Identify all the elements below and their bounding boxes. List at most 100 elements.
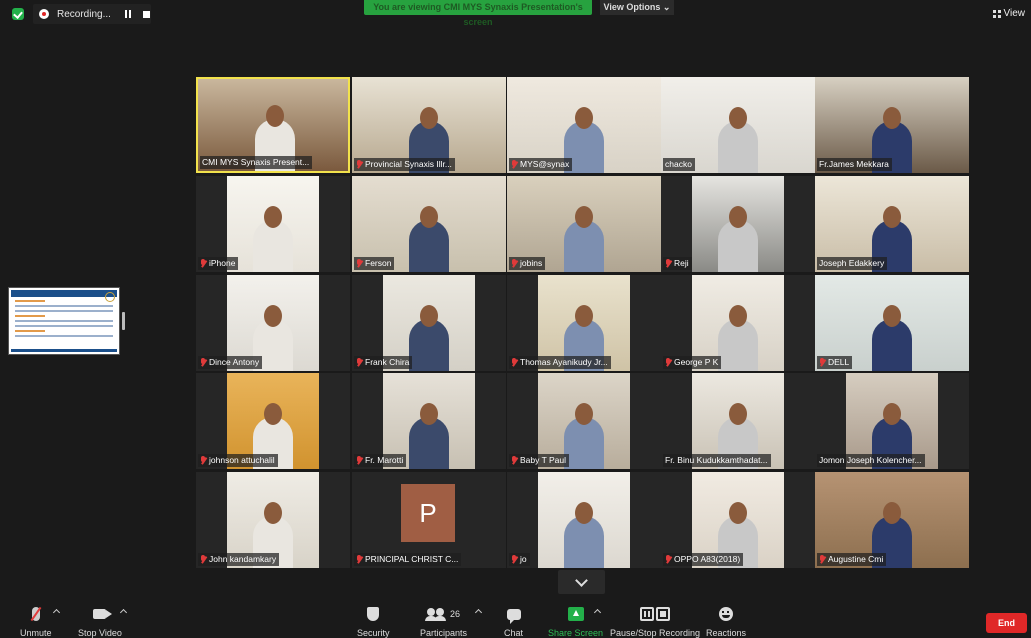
participant-name: Augustine Cmi bbox=[828, 554, 884, 564]
participant-tile[interactable]: George P K bbox=[661, 275, 815, 371]
stop-video-label: Stop Video bbox=[78, 628, 122, 638]
participant-name: MYS@synax bbox=[520, 159, 570, 169]
participant-name: CMI MYS Synaxis Present... bbox=[202, 157, 310, 167]
unmute-button[interactable]: Unmute bbox=[20, 604, 52, 638]
view-options-button[interactable]: View Options ⌄ bbox=[600, 0, 674, 15]
participant-name-label: Baby T Paul bbox=[509, 454, 569, 467]
participant-tile[interactable]: Fr.James Mekkara bbox=[815, 77, 969, 173]
muted-mic-icon bbox=[31, 607, 40, 621]
participant-name-label: Provincial Synaxis Illr... bbox=[354, 158, 455, 171]
participant-face bbox=[883, 206, 901, 228]
participant-face bbox=[420, 206, 438, 228]
participant-name: Thomas Ayanikudy Jr... bbox=[520, 357, 608, 367]
participant-tile[interactable]: Reji bbox=[661, 176, 815, 272]
participant-tile[interactable]: Augustine Cmi bbox=[815, 472, 969, 568]
participant-name: Dince Antony bbox=[209, 357, 260, 367]
share-screen-arrow-icon bbox=[567, 607, 584, 621]
top-bar: Recording... You are viewing CMI MYS Syn… bbox=[0, 0, 1031, 28]
participant-tile[interactable]: Dince Antony bbox=[196, 275, 350, 371]
participant-face bbox=[575, 403, 593, 425]
participant-face bbox=[729, 206, 747, 228]
participant-tile[interactable]: jobins bbox=[507, 176, 661, 272]
participant-name-label: OPPO A83(2018) bbox=[663, 553, 744, 566]
reactions-button[interactable]: Reactions bbox=[706, 604, 746, 638]
stop-recording-icon[interactable] bbox=[142, 10, 150, 18]
participant-tile[interactable]: DELL bbox=[815, 275, 969, 371]
participant-name: Fr. Marotti bbox=[365, 455, 404, 465]
participant-face bbox=[729, 403, 747, 425]
pause-recording-icon[interactable] bbox=[124, 10, 131, 18]
participant-name-label: Fr. Marotti bbox=[354, 454, 407, 467]
participant-tile[interactable]: P PRINCIPAL CHRIST C... bbox=[352, 472, 506, 568]
panel-splitter-handle[interactable] bbox=[122, 312, 125, 330]
recording-indicator: Recording... bbox=[33, 4, 151, 24]
muted-mic-icon bbox=[200, 358, 206, 367]
participant-name: chacko bbox=[665, 159, 692, 169]
participant-tile[interactable]: CMI MYS Synaxis Present... bbox=[196, 77, 350, 173]
participant-tile[interactable]: jo bbox=[507, 472, 661, 568]
collapse-chevron-down-icon[interactable] bbox=[558, 570, 605, 594]
participant-name-label: Joseph Edakkery bbox=[817, 257, 888, 270]
muted-mic-icon bbox=[200, 259, 206, 268]
participant-tile[interactable]: Fr. Binu Kudukkamthadat... bbox=[661, 373, 815, 469]
participant-tile[interactable]: Ferson bbox=[352, 176, 506, 272]
chat-bubble-icon bbox=[506, 608, 521, 624]
participant-tile[interactable]: Fr. Marotti bbox=[352, 373, 506, 469]
recording-label: Recording... bbox=[57, 8, 111, 20]
end-meeting-button[interactable]: End bbox=[986, 613, 1027, 633]
participant-name: iPhone bbox=[209, 258, 236, 268]
shared-screen-thumbnail[interactable] bbox=[8, 287, 120, 355]
participant-face bbox=[729, 305, 747, 327]
muted-mic-icon bbox=[511, 555, 517, 564]
participant-name-label: Ferson bbox=[354, 257, 395, 270]
participant-tile[interactable]: John kandamkary bbox=[196, 472, 350, 568]
participant-tile[interactable]: Baby T Paul bbox=[507, 373, 661, 469]
participant-name-label: MYS@synax bbox=[509, 158, 573, 171]
meeting-toolbar: Unmute Stop Video Security 26 Participan… bbox=[0, 600, 1031, 638]
chat-button[interactable]: Chat bbox=[504, 604, 523, 638]
participant-tile[interactable]: iPhone bbox=[196, 176, 350, 272]
participant-tile[interactable]: johnson attuchalil bbox=[196, 373, 350, 469]
muted-mic-icon bbox=[511, 358, 517, 367]
participant-tile[interactable]: MYS@synax bbox=[507, 77, 661, 173]
participant-tile[interactable]: Provincial Synaxis Illr... bbox=[352, 77, 506, 173]
participant-name: John kandamkary bbox=[209, 554, 277, 564]
video-feed bbox=[538, 472, 630, 568]
participants-icon bbox=[425, 608, 447, 621]
participant-face bbox=[883, 305, 901, 327]
view-button[interactable]: View bbox=[992, 8, 1025, 19]
pause-stop-icon bbox=[640, 607, 671, 621]
participants-button[interactable]: 26 Participants bbox=[420, 604, 467, 638]
video-feed bbox=[692, 176, 784, 272]
participant-name-label: johnson attuchalil bbox=[198, 454, 278, 467]
participant-face bbox=[264, 206, 282, 228]
participant-name-label: Frank Chira bbox=[354, 356, 413, 369]
security-button[interactable]: Security bbox=[357, 604, 390, 638]
participant-face bbox=[420, 403, 438, 425]
participant-name: OPPO A83(2018) bbox=[674, 554, 741, 564]
participant-tile[interactable]: Jomon Joseph Kolencher... bbox=[815, 373, 969, 469]
participant-tile[interactable]: chacko bbox=[661, 77, 815, 173]
security-shield-icon[interactable] bbox=[12, 8, 24, 20]
muted-mic-icon bbox=[356, 160, 362, 169]
participant-tile[interactable]: Thomas Ayanikudy Jr... bbox=[507, 275, 661, 371]
share-screen-button[interactable]: Share Screen bbox=[548, 604, 603, 638]
audio-options-caret-icon[interactable] bbox=[52, 608, 61, 617]
participants-caret-icon[interactable] bbox=[474, 608, 483, 617]
participant-tile[interactable]: OPPO A83(2018) bbox=[661, 472, 815, 568]
muted-mic-icon bbox=[511, 456, 517, 465]
muted-mic-icon bbox=[356, 456, 362, 465]
pause-stop-recording-button[interactable]: Pause/Stop Recording bbox=[610, 604, 700, 638]
reactions-label: Reactions bbox=[706, 628, 747, 638]
participant-name: johnson attuchalil bbox=[209, 455, 275, 465]
participant-tile[interactable]: Frank Chira bbox=[352, 275, 506, 371]
muted-mic-icon bbox=[356, 555, 362, 564]
muted-mic-icon bbox=[200, 555, 206, 564]
participant-face bbox=[883, 502, 901, 524]
participant-face bbox=[264, 403, 282, 425]
stop-video-button[interactable]: Stop Video bbox=[78, 604, 122, 638]
recording-dot-icon bbox=[39, 9, 49, 19]
participant-name: Jomon Joseph Kolencher... bbox=[819, 455, 922, 465]
participant-tile[interactable]: Joseph Edakkery bbox=[815, 176, 969, 272]
participant-face bbox=[883, 107, 901, 129]
